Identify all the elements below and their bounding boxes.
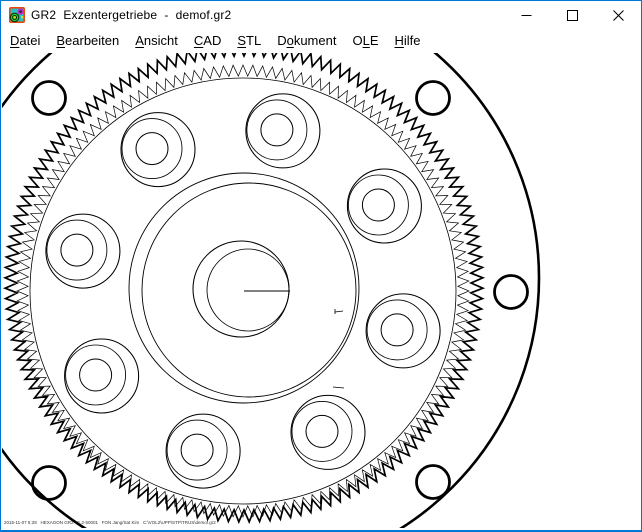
menu-item-dokument[interactable]: Dokument	[269, 30, 344, 52]
bolt-hole	[417, 466, 450, 499]
roller-pin	[167, 420, 227, 480]
menu-item-ole[interactable]: OLE	[344, 30, 386, 52]
close-button[interactable]	[595, 1, 641, 29]
roller-pin-bore	[61, 234, 93, 266]
roller-pin-bore	[181, 434, 213, 466]
menu-item-datei[interactable]: Datei	[2, 30, 48, 52]
roller-hole	[166, 414, 240, 488]
tick-mark	[335, 311, 343, 312]
disc-circle	[142, 183, 356, 397]
bolt-hole	[33, 82, 66, 115]
roller-pin	[122, 119, 182, 179]
menu-bar: DateiBearbeitenAnsichtCADSTLDokumentOLEH…	[1, 29, 641, 53]
roller-pin	[292, 401, 352, 461]
app-icon[interactable]	[9, 7, 25, 23]
window-controls	[503, 1, 641, 29]
roller-hole	[46, 214, 120, 288]
roller-pin	[348, 175, 408, 235]
roller-pin	[247, 100, 307, 160]
roller-pin	[66, 345, 126, 405]
gear-blank-circle	[30, 78, 456, 504]
roller-hole	[65, 339, 139, 413]
roller-pin-bore	[306, 415, 338, 447]
roller-pin-bore	[261, 114, 293, 146]
menu-item-hilfe[interactable]: Hilfe	[386, 30, 428, 52]
bolt-hole	[495, 276, 528, 309]
roller-pin-bore	[80, 359, 112, 391]
eccentric-cam	[207, 249, 289, 331]
roller-pin-bore	[381, 314, 413, 346]
app-window: GR2 Exzentergetriebe - demof.gr2 DateiBe	[0, 0, 642, 532]
roller-hole	[121, 113, 195, 187]
roller-pin	[367, 300, 427, 360]
roller-hole	[291, 395, 365, 469]
roller-pin-bore	[362, 189, 394, 221]
roller-pin	[47, 220, 107, 280]
roller-hole	[366, 294, 440, 368]
roller-pin-bore	[136, 133, 168, 165]
menu-item-bearbeiten[interactable]: Bearbeiten	[48, 30, 127, 52]
maximize-button[interactable]	[549, 1, 595, 29]
minimize-icon	[521, 10, 532, 21]
menu-item-stl[interactable]: STL	[229, 30, 269, 52]
planet-gear-teeth	[17, 65, 469, 517]
roller-hole	[246, 94, 320, 168]
close-icon	[613, 10, 624, 21]
menu-item-cad[interactable]: CAD	[186, 30, 229, 52]
drawing-canvas[interactable]: 2015-11-07 5:28 HEXAGON GR2 V1.2-50001 F…	[2, 53, 640, 528]
title-bar[interactable]: GR2 Exzentergetriebe - demof.gr2	[1, 1, 641, 29]
flange-outline	[2, 53, 539, 528]
tick-mark	[333, 387, 344, 388]
window-title: GR2 Exzentergetriebe - demof.gr2	[31, 8, 231, 22]
maximize-icon	[567, 10, 578, 21]
bolt-hole	[417, 82, 450, 115]
minimize-button[interactable]	[503, 1, 549, 29]
roller-hole	[347, 169, 421, 243]
bolt-hole	[33, 467, 66, 500]
disc-circle	[129, 173, 359, 403]
gear-drawing	[2, 53, 640, 528]
menu-item-ansicht[interactable]: Ansicht	[127, 30, 186, 52]
